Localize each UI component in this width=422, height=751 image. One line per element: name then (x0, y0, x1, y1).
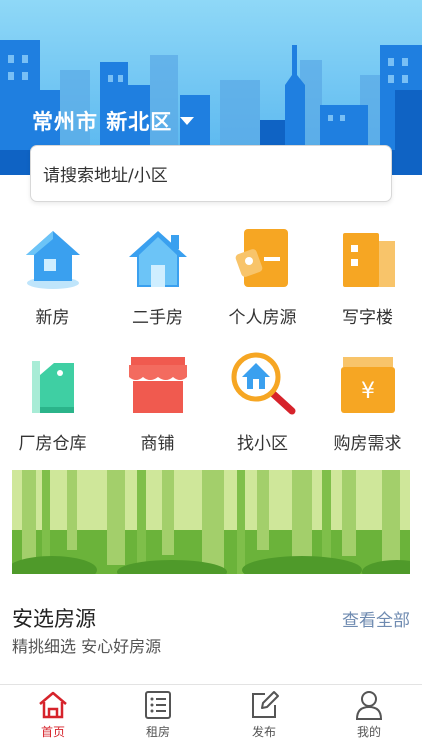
new-house-icon (20, 225, 86, 291)
category-purchase-demand[interactable]: ¥ 购房需求 (315, 351, 420, 454)
caret-down-icon (180, 117, 195, 125)
promo-banner[interactable] (12, 470, 410, 574)
category-label: 商铺 (140, 434, 175, 454)
user-icon (355, 691, 383, 720)
category-label: 写字楼 (342, 308, 393, 328)
bottom-tab-bar: 首页 租房 发布 我的 (0, 684, 422, 751)
city-name: 常州市 新北区 (32, 110, 173, 134)
svg-text:¥: ¥ (361, 379, 375, 404)
list-icon (145, 691, 171, 719)
category-label: 找小区 (237, 434, 288, 454)
tab-label: 我的 (356, 725, 381, 739)
category-label: 购房需求 (333, 434, 402, 454)
category-office-building[interactable]: 写字楼 (315, 225, 420, 328)
category-label: 个人房源 (228, 308, 297, 328)
search-input[interactable]: 请搜索地址/小区 (30, 145, 392, 202)
tab-rent[interactable]: 租房 (118, 689, 198, 740)
category-new-house[interactable]: 新房 (0, 225, 105, 328)
office-building-icon (335, 225, 401, 291)
category-label: 二手房 (132, 308, 183, 328)
section-subtitle: 精挑细选 安心好房源 (12, 637, 162, 656)
find-community-icon (230, 351, 296, 417)
tab-label: 首页 (40, 725, 65, 739)
forest-banner-image (12, 470, 410, 574)
tab-label: 租房 (145, 725, 170, 739)
tab-home[interactable]: 首页 (13, 689, 93, 740)
second-hand-house-icon (125, 225, 191, 291)
tab-label: 发布 (251, 725, 276, 739)
view-all-link[interactable]: 查看全部 (342, 606, 410, 631)
category-label: 新房 (35, 308, 70, 328)
category-personal-listing[interactable]: 个人房源 (210, 225, 315, 328)
category-label: 厂房仓库 (18, 434, 87, 454)
personal-listing-icon (230, 225, 296, 291)
search-placeholder: 请搜索地址/小区 (43, 166, 168, 186)
purchase-demand-icon: ¥ (335, 351, 401, 417)
tab-mine[interactable]: 我的 (329, 689, 409, 740)
category-find-community[interactable]: 找小区 (210, 351, 315, 454)
edit-icon (252, 691, 279, 718)
tab-publish[interactable]: 发布 (224, 689, 304, 740)
location-selector[interactable]: 常州市 新北区 (32, 106, 195, 136)
shop-icon (125, 351, 191, 417)
home-icon (39, 691, 67, 719)
category-second-hand-house[interactable]: 二手房 (105, 225, 210, 328)
section-title: 安选房源 (12, 607, 96, 631)
factory-warehouse-icon (20, 351, 86, 417)
category-shop[interactable]: 商铺 (105, 351, 210, 454)
category-factory-warehouse[interactable]: 厂房仓库 (0, 351, 105, 454)
